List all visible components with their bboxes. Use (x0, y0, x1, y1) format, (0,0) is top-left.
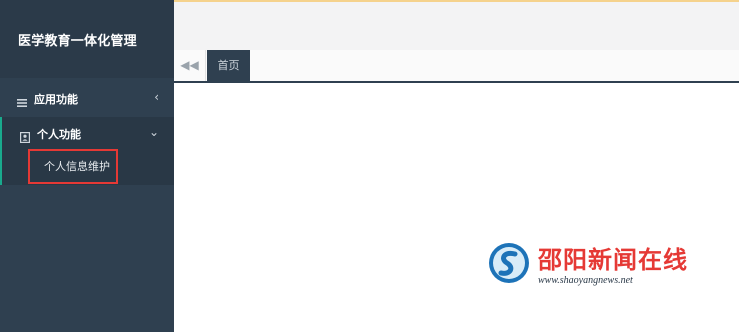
sidebar-header: 医学教育一体化管理 (0, 0, 174, 78)
sidebar: 医学教育一体化管理 应用功能 ‹ 个人功能 ⌄ 个人信息维护 (0, 0, 174, 332)
watermark-logo-icon (489, 243, 529, 283)
highlight-box (28, 149, 118, 184)
tab-home[interactable]: 首页 (207, 50, 250, 81)
watermark: 邵阳新闻在线 www.shaoyangnews.net (488, 240, 687, 290)
menu-lines-icon (17, 93, 27, 107)
sidebar-item-label: 应用功能 (34, 93, 78, 106)
tab-bar: ◀◀ 首页 (174, 50, 739, 83)
top-navbar (174, 0, 739, 50)
sidebar-item-app-functions[interactable]: 应用功能 ‹ (0, 82, 174, 116)
content-area (174, 85, 739, 332)
double-left-arrow-icon[interactable]: ◀◀ (174, 50, 206, 81)
watermark-url: www.shaoyangnews.net (538, 275, 633, 286)
watermark-title: 邵阳新闻在线 (538, 248, 688, 274)
chevron-left-icon: ‹ (154, 90, 159, 104)
chevron-down-icon: ⌄ (148, 125, 159, 139)
sidebar-item-label: 个人功能 (37, 128, 81, 141)
app-title: 医学教育一体化管理 (18, 34, 137, 49)
user-box-icon (20, 128, 31, 144)
